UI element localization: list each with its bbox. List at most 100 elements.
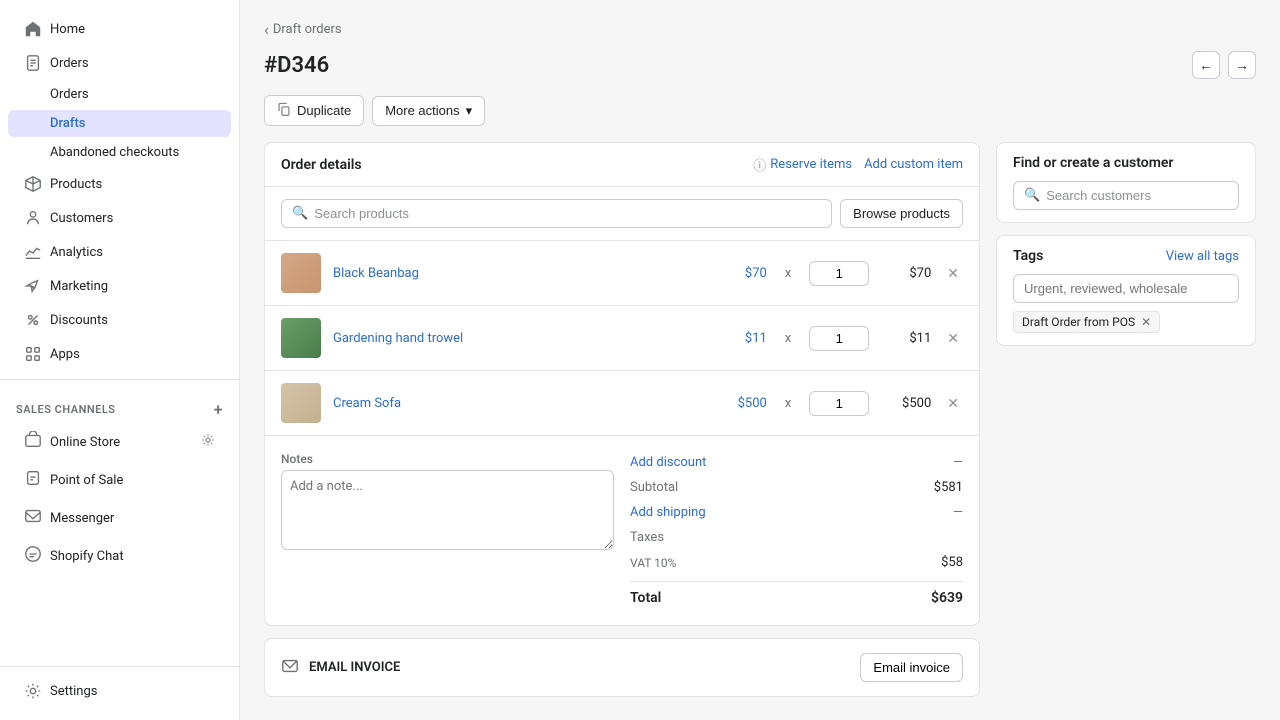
product-name-beanbag[interactable]: Black Beanbag — [333, 266, 705, 281]
sidebar-sub-drafts[interactable]: Drafts — [8, 110, 231, 137]
online-store-settings-icon[interactable] — [201, 433, 215, 451]
orders-icon — [24, 54, 42, 72]
sidebar-item-discounts[interactable]: Discounts — [8, 304, 231, 336]
shopify-chat-label: Shopify Chat — [50, 549, 124, 564]
sidebar-sub-orders[interactable]: Orders — [8, 81, 231, 108]
sidebar-sub-drafts-label: Drafts — [50, 116, 85, 131]
product-price-beanbag: $70 — [717, 266, 767, 281]
more-actions-button[interactable]: More actions ▾ — [372, 96, 485, 126]
remove-sofa-button[interactable]: ✕ — [943, 393, 963, 414]
header-nav: ← → — [1192, 51, 1256, 79]
sidebar-item-settings[interactable]: Settings — [8, 675, 231, 707]
settings-label: Settings — [50, 684, 97, 699]
page-title: #D346 — [264, 53, 329, 78]
product-qty-trowel — [809, 326, 869, 351]
order-details-header: Order details ⓘ Reserve items Add custom… — [265, 143, 979, 187]
qty-input-sofa[interactable] — [809, 391, 869, 416]
messenger-icon — [24, 507, 42, 529]
add-custom-item-button[interactable]: Add custom item — [864, 157, 963, 172]
messenger-label: Messenger — [50, 511, 114, 526]
total-row: Total $639 — [630, 581, 963, 609]
product-total-beanbag: $70 — [881, 266, 931, 281]
online-store-icon — [24, 431, 42, 453]
remove-trowel-button[interactable]: ✕ — [943, 328, 963, 349]
order-details-actions: ⓘ Reserve items Add custom item — [753, 155, 963, 174]
product-thumb-sofa — [281, 383, 321, 423]
duplicate-label: Duplicate — [297, 103, 351, 118]
search-products-input[interactable] — [314, 206, 821, 221]
subtotal-value: $581 — [934, 480, 963, 495]
customer-search-icon: 🔍 — [1024, 188, 1040, 203]
sidebar-item-marketing[interactable]: Marketing — [8, 270, 231, 302]
sidebar-item-online-store[interactable]: Online Store — [8, 424, 231, 460]
pos-label: Point of Sale — [50, 473, 123, 488]
side-column: Find or create a customer 🔍 Tags — [996, 142, 1256, 697]
settings-icon — [24, 682, 42, 700]
sidebar-item-products[interactable]: Products — [8, 168, 231, 200]
sales-channels-section: SALES CHANNELS + — [0, 388, 239, 423]
product-name-sofa[interactable]: Cream Sofa — [333, 396, 705, 411]
duplicate-button[interactable]: Duplicate — [264, 95, 364, 126]
qty-input-beanbag[interactable] — [809, 261, 869, 286]
chat-icon — [24, 545, 42, 567]
tags-title: Tags — [1013, 248, 1043, 264]
sidebar-sub-abandoned[interactable]: Abandoned checkouts — [8, 139, 231, 166]
view-all-tags-button[interactable]: View all tags — [1166, 249, 1239, 264]
nav-prev-button[interactable]: ← — [1192, 51, 1220, 79]
content-columns: Order details ⓘ Reserve items Add custom… — [264, 142, 1256, 697]
sidebar-item-analytics[interactable]: Analytics — [8, 236, 231, 268]
more-actions-dropdown-icon: ▾ — [466, 103, 473, 119]
add-discount-button[interactable]: Add discount — [630, 455, 706, 470]
tax-detail-label: VAT 10% — [630, 556, 676, 570]
sidebar-item-customers[interactable]: Customers — [8, 202, 231, 234]
tags-header: Tags View all tags — [1013, 248, 1239, 264]
pos-icon — [24, 469, 42, 491]
marketing-icon — [24, 277, 42, 295]
nav-next-button[interactable]: → — [1228, 51, 1256, 79]
remove-tag-button[interactable]: ✕ — [1141, 315, 1151, 329]
search-customers-input[interactable] — [1046, 188, 1228, 203]
notes-textarea[interactable] — [281, 470, 614, 550]
tags-input[interactable] — [1013, 274, 1239, 303]
sidebar-item-orders[interactable]: Orders — [8, 47, 231, 79]
reserve-items-button[interactable]: ⓘ Reserve items — [753, 155, 852, 174]
product-x-sofa: x — [785, 396, 791, 411]
product-name-trowel[interactable]: Gardening hand trowel — [333, 331, 705, 346]
remove-beanbag-button[interactable]: ✕ — [943, 263, 963, 284]
tag-chip-draft-pos: Draft Order from POS ✕ — [1013, 311, 1160, 333]
sidebar-item-shopify-chat[interactable]: Shopify Chat — [8, 538, 231, 574]
analytics-icon — [24, 243, 42, 261]
sidebar-sub-orders-label: Orders — [50, 87, 89, 102]
breadcrumb[interactable]: ‹ Draft orders — [264, 20, 1256, 39]
sidebar-item-apps[interactable]: Apps — [8, 338, 231, 370]
email-invoice-label: EMAIL INVOICE — [309, 660, 400, 675]
sidebar: Home Orders Orders Drafts Abandoned chec… — [0, 0, 240, 720]
add-channel-button[interactable]: + — [214, 400, 223, 419]
browse-products-button[interactable]: Browse products — [840, 199, 963, 228]
find-customer-card: Find or create a customer 🔍 — [996, 142, 1256, 223]
add-shipping-button[interactable]: Add shipping — [630, 505, 706, 520]
qty-input-trowel[interactable] — [809, 326, 869, 351]
search-icon: 🔍 — [292, 206, 308, 221]
taxes-label: Taxes — [630, 530, 664, 545]
sidebar-item-products-label: Products — [50, 177, 102, 192]
subtotal-row: Subtotal $581 — [630, 477, 963, 498]
product-thumb-beanbag — [281, 253, 321, 293]
product-total-sofa: $500 — [881, 396, 931, 411]
duplicate-icon — [277, 102, 291, 119]
notes-section: Notes — [281, 452, 614, 609]
product-x-trowel: x — [785, 331, 791, 346]
sidebar-item-home[interactable]: Home — [8, 13, 231, 45]
customers-icon — [24, 209, 42, 227]
apps-icon — [24, 345, 42, 363]
sidebar-item-messenger[interactable]: Messenger — [8, 500, 231, 536]
table-row: Cream Sofa $500 x $500 ✕ — [265, 371, 979, 436]
toolbar: Duplicate More actions ▾ — [264, 95, 1256, 126]
email-invoice-button[interactable]: Email invoice — [860, 653, 963, 682]
reserve-items-label: Reserve items — [770, 157, 852, 172]
product-price-sofa: $500 — [717, 396, 767, 411]
sidebar-item-point-of-sale[interactable]: Point of Sale — [8, 462, 231, 498]
sidebar-sub-abandoned-label: Abandoned checkouts — [50, 145, 179, 160]
sidebar-item-analytics-label: Analytics — [50, 245, 103, 260]
email-invoice-body: EMAIL INVOICE Email invoice — [265, 639, 979, 696]
